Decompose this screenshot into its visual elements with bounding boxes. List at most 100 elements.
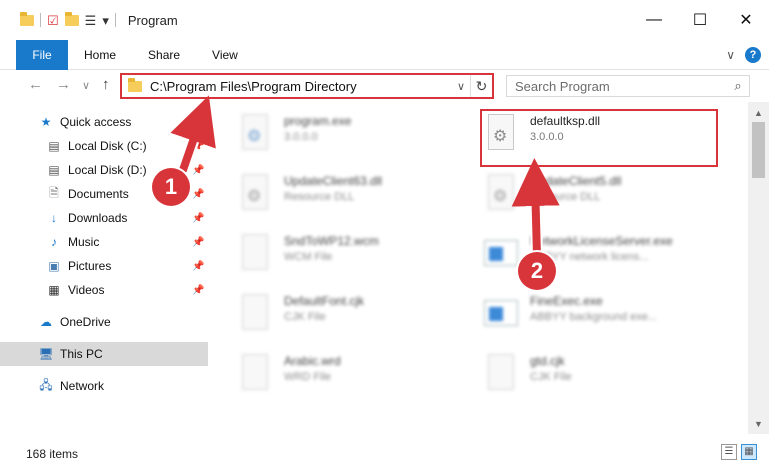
file-name: Arabic.wrd xyxy=(284,354,341,368)
close-button[interactable]: ✕ xyxy=(723,0,769,40)
folder-icon xyxy=(20,11,34,26)
nav-item-network[interactable]: 🖧 Network xyxy=(0,374,208,398)
scroll-thumb[interactable] xyxy=(752,122,765,178)
view-toggle: ☰ ▦ xyxy=(721,444,757,460)
nav-item-this-pc[interactable]: 🖥 This PC xyxy=(0,342,208,366)
status-bar: 168 items ☰ ▦ xyxy=(0,434,769,473)
file-item[interactable]: SndToWP12.wcm WCM File xyxy=(238,230,478,282)
file-detail: ABBYY background exe... xyxy=(530,311,657,323)
properties-icon[interactable]: ☑ xyxy=(47,14,59,27)
folder-icon xyxy=(128,77,142,92)
qat-dropdown-icon[interactable]: ▾ xyxy=(102,14,109,27)
file-item[interactable]: FineExec.exe ABBYY background exe... xyxy=(484,290,724,342)
file-detail: CJK File xyxy=(530,371,572,383)
new-folder-icon[interactable] xyxy=(64,11,79,26)
divider xyxy=(114,13,116,27)
file-detail: 3.0.0.0 xyxy=(284,131,318,143)
window-controls: — ☐ ✕ xyxy=(631,0,769,40)
address-bar[interactable]: C:\Program Files\Program Directory ∨ ↻ xyxy=(120,73,494,99)
file-item[interactable]: DefaultFont.cjk CJK File xyxy=(238,290,478,342)
file-item[interactable]: ⚙ UpdateClient63.dll Resource DLL xyxy=(238,170,478,222)
minimize-button[interactable]: — xyxy=(631,0,677,40)
file-item[interactable]: Arabic.wrd WRD File xyxy=(238,350,478,402)
file-name: UpdateClient5.dll xyxy=(530,174,622,188)
nav-item-quick-access[interactable]: ★ Quick access xyxy=(0,110,208,134)
tab-file[interactable]: File xyxy=(16,39,68,70)
music-icon: ♪ xyxy=(51,235,57,249)
pin-icon: 📌 xyxy=(192,164,205,176)
help-icon[interactable]: ? xyxy=(745,47,761,63)
file-name: SndToWP12.wcm xyxy=(284,234,379,248)
nav-item-label: Pictures xyxy=(68,259,112,273)
address-path[interactable]: C:\Program Files\Program Directory xyxy=(150,79,452,94)
window-title: Program xyxy=(127,12,178,28)
item-count: 168 items xyxy=(26,446,79,461)
file-item[interactable]: ⚙ program.exe 3.0.0.0 xyxy=(238,110,478,162)
search-input[interactable]: Search Program xyxy=(507,79,727,94)
list-icon[interactable]: ☰ xyxy=(85,14,97,27)
nav-item-label: Videos xyxy=(68,283,105,297)
tab-share[interactable]: Share xyxy=(132,40,196,70)
back-button[interactable]: ← xyxy=(28,76,43,93)
nav-item-label: Local Disk (C:) xyxy=(68,139,147,153)
nav-item-label: Quick access xyxy=(60,115,132,129)
app-icon xyxy=(484,294,520,336)
nav-item-label: Network xyxy=(60,379,105,393)
ribbon-collapse-icon[interactable]: ∨ xyxy=(726,48,735,62)
nav-item-downloads[interactable]: ↓ Downloads 📌 xyxy=(0,206,208,230)
up-button[interactable]: ↑ xyxy=(102,76,110,93)
app-icon xyxy=(484,234,520,276)
file-detail: Resource DLL xyxy=(530,191,601,203)
tab-home[interactable]: Home xyxy=(68,40,132,70)
drive-icon: ▤ xyxy=(48,163,60,177)
pin-icon: 📌 xyxy=(192,140,205,152)
dll-icon: ⚙ xyxy=(484,174,520,216)
nav-item-label: Documents xyxy=(68,187,129,201)
step-badge-1: 1 xyxy=(152,168,190,206)
network-icon: 🖧 xyxy=(39,377,53,392)
recent-locations-icon[interactable]: ∨ xyxy=(82,79,90,92)
address-dropdown-icon[interactable]: ∨ xyxy=(452,80,470,93)
file-icon xyxy=(484,354,520,396)
tab-view[interactable]: View xyxy=(196,40,254,70)
address-row: ← → ∨ ↑ C:\Program Files\Program Directo… xyxy=(0,70,769,102)
details-view-icon[interactable]: ☰ xyxy=(721,444,737,460)
file-item[interactable]: gtd.cjk CJK File xyxy=(484,350,724,402)
nav-item-pictures[interactable]: ▣ Pictures 📌 xyxy=(0,254,208,278)
search-box[interactable]: Search Program ⌕ xyxy=(506,75,750,97)
scroll-up-icon[interactable]: ▲ xyxy=(748,104,769,121)
title-bar: ☑ ☰ ▾ Program — ☐ ✕ xyxy=(0,0,769,40)
nav-item-music[interactable]: ♪ Music 📌 xyxy=(0,230,208,254)
file-name: gtd.cjk xyxy=(530,354,565,368)
pin-icon: 📌 xyxy=(192,188,205,200)
nav-item-label: Downloads xyxy=(68,211,128,225)
file-detail: CJK File xyxy=(284,311,326,323)
dll-icon: ⚙ xyxy=(238,174,274,216)
file-name: program.exe xyxy=(284,114,352,128)
exe-icon: ⚙ xyxy=(238,114,274,156)
file-item[interactable]: ⚙ UpdateClient5.dll Resource DLL xyxy=(484,170,724,222)
nav-item-local-disk-c[interactable]: ▤ Local Disk (C:) 📌 xyxy=(0,134,208,158)
star-icon: ★ xyxy=(40,115,52,129)
computer-icon: 🖥 xyxy=(38,347,54,361)
refresh-button[interactable]: ↻ xyxy=(470,75,492,97)
tiles-view-icon[interactable]: ▦ xyxy=(741,444,757,460)
file-detail: Resource DLL xyxy=(284,191,355,203)
download-icon: ↓ xyxy=(51,211,57,225)
search-icon[interactable]: ⌕ xyxy=(727,78,749,94)
file-detail: WCM File xyxy=(284,251,333,263)
pin-icon: 📌 xyxy=(192,236,205,248)
maximize-button[interactable]: ☐ xyxy=(677,0,723,40)
documents-icon: 🗎 xyxy=(49,185,59,200)
pin-icon: 📌 xyxy=(192,212,205,224)
cloud-icon: ☁ xyxy=(40,315,52,329)
nav-item-onedrive[interactable]: ☁ OneDrive xyxy=(0,310,208,334)
vertical-scrollbar[interactable]: ▲ ▼ xyxy=(748,102,769,434)
pictures-icon: ▣ xyxy=(48,259,60,273)
pin-icon: 📌 xyxy=(192,260,205,272)
file-icon xyxy=(238,354,274,396)
quick-access-toolbar: ☑ ☰ ▾ xyxy=(0,0,116,40)
scroll-down-icon[interactable]: ▼ xyxy=(748,415,769,432)
nav-item-videos[interactable]: ▦ Videos 📌 xyxy=(0,278,208,302)
forward-button[interactable]: → xyxy=(56,76,71,93)
